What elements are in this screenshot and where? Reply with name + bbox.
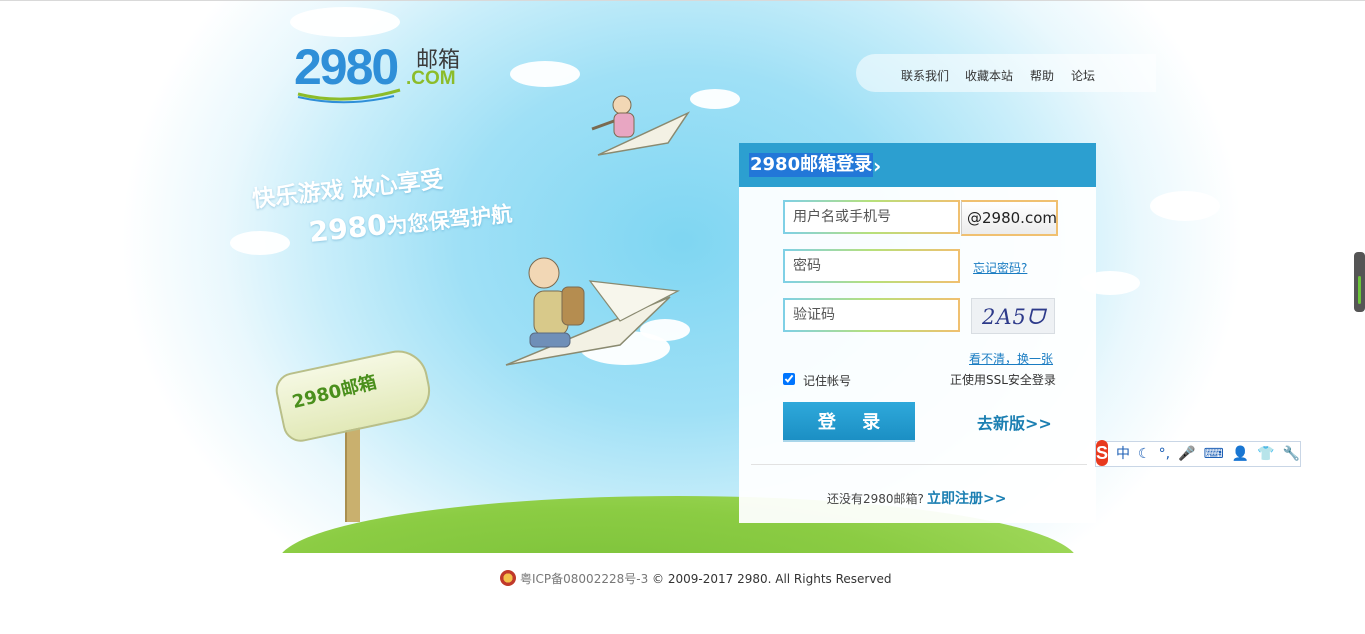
chevron-right-icon: › [873,154,882,178]
cloud [290,7,400,37]
scrollbar-indicator [1358,276,1361,304]
top-nav: 联系我们 收藏本站 帮助 论坛 [856,54,1156,92]
no-account-text: 还没有2980邮箱? [827,492,924,506]
punctuation-icon[interactable]: °, [1159,442,1170,466]
captcha-text: 2A5ᗜ [982,305,1046,329]
login-title: 2980邮箱登录 [749,153,874,177]
captcha-refresh-link[interactable]: 看不清，换一张 [969,350,1053,367]
copyright-text: © 2009-2017 2980. All Rights Reserved [652,572,892,586]
ime-chinese-mode[interactable]: 中 [1116,442,1130,466]
login-panel: 2980邮箱登录 › @2980.com 忘记密码? 2A5ᗜ 看不清，换一张 … [739,143,1096,523]
login-button[interactable]: 登 录 [783,402,915,440]
password-input[interactable] [783,249,960,283]
nav-bookmark-site[interactable]: 收藏本站 [965,67,1013,84]
cloud [1150,191,1220,221]
flying-character-large [505,257,681,366]
icp-link[interactable]: 粤ICP备08002228号-3 [520,572,648,586]
sky-background [0,1,1365,553]
keyboard-icon[interactable]: ⌨ [1203,442,1223,466]
shirt-icon[interactable]: 👕 [1257,442,1274,466]
user-icon[interactable]: 👤 [1232,442,1249,466]
domain-suffix: @2980.com [961,200,1058,236]
logo-swoosh-icon [297,88,401,104]
site-logo[interactable]: 2980 邮箱 .COM [294,38,474,104]
login-header: 2980邮箱登录 › [739,143,1096,187]
nav-forum[interactable]: 论坛 [1071,67,1095,84]
nav-help[interactable]: 帮助 [1030,67,1054,84]
remember-checkbox[interactable] [783,373,795,385]
wrench-icon[interactable]: 🔧 [1283,442,1300,466]
moon-icon[interactable]: ☾ [1138,442,1151,466]
flying-character-small [591,95,691,156]
ime-toolbar: S 中 ☾ °, 🎤 ⌨ 👤 👕 🔧 [1095,440,1301,467]
cloud [510,61,580,87]
microphone-icon[interactable]: 🎤 [1178,442,1195,466]
cloud [230,231,290,255]
logo-com-text: .COM [406,68,456,89]
nav-contact-us[interactable]: 联系我们 [901,67,949,84]
remember-label: 记住帐号 [803,374,852,388]
police-badge-icon [500,570,516,586]
register-link[interactable]: 立即注册>> [927,488,1006,508]
ssl-status: 正使用SSL安全登录 [950,373,1056,387]
new-version-link[interactable]: 去新版>> [977,410,1052,434]
sogou-logo-icon[interactable]: S [1096,440,1109,466]
divider [751,464,1087,465]
username-input[interactable] [783,200,960,234]
scrollbar-grip[interactable] [1354,252,1365,312]
forgot-password-link[interactable]: 忘记密码? [973,259,1027,276]
footer: 粤ICP备08002228号-3 © 2009-2017 2980. All R… [500,570,891,588]
captcha-input[interactable] [783,298,960,332]
captcha-image[interactable]: 2A5ᗜ [971,298,1055,334]
